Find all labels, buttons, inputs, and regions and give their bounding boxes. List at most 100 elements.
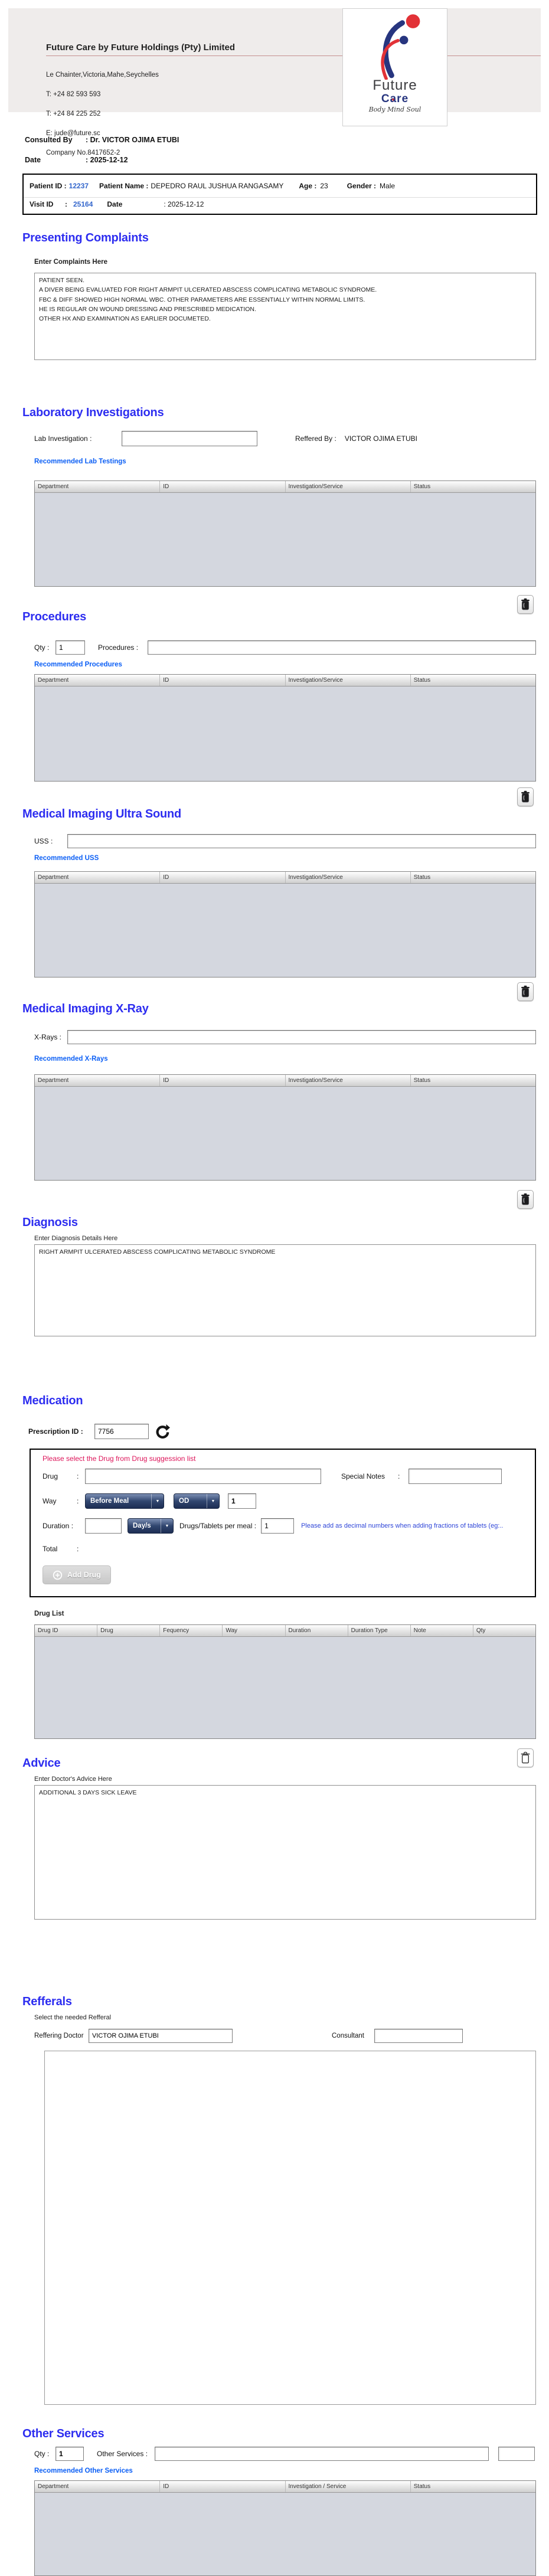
- procedures-qty-input[interactable]: [55, 640, 85, 655]
- other-qty-input[interactable]: [55, 2447, 84, 2461]
- refresh-prescription-button[interactable]: [153, 1423, 171, 1440]
- drug-row: Drug : Special Notes :: [43, 1469, 528, 1484]
- procedures-heading: Procedures: [22, 610, 87, 623]
- lab-investigation-input[interactable]: [122, 431, 257, 446]
- uss-input-row: USS :: [34, 833, 536, 849]
- col-status: Status: [413, 677, 431, 684]
- way-selected-value: Before Meal: [90, 1498, 129, 1505]
- diagnosis-textarea[interactable]: [34, 1244, 536, 1336]
- diagnosis-heading: Diagnosis: [22, 1216, 78, 1229]
- col-department: Department: [35, 481, 161, 492]
- consult-date-row: Date : 2025-12-12: [25, 156, 128, 164]
- visit-date-label: Date: [107, 200, 123, 208]
- frequency-qty-input[interactable]: [228, 1493, 256, 1509]
- other-table-body: [35, 2493, 535, 2575]
- drug-label: Drug: [43, 1472, 58, 1480]
- refresh-icon: [156, 1424, 170, 1439]
- uss-delete-button[interactable]: [517, 982, 534, 1001]
- duration-type-select[interactable]: Day/s ▼: [128, 1518, 174, 1534]
- consultant-input[interactable]: [374, 2029, 463, 2043]
- recommended-uss-label: Recommended USS: [34, 855, 99, 862]
- col-note: Note: [411, 1625, 473, 1636]
- company-logo: Future Ca ♥ re Body Mind Soul: [342, 8, 447, 126]
- other-services-input[interactable]: [155, 2447, 489, 2461]
- drug-list-label: Drug List: [34, 1610, 64, 1617]
- lab-input-label: Lab Investigation :: [34, 434, 92, 443]
- visit-id-colon: :: [65, 200, 67, 208]
- uss-table-header: Department ID Investigation/Service Stat…: [35, 872, 535, 884]
- recommended-other-label: Recommended Other Services: [34, 2467, 133, 2474]
- drug-input[interactable]: [85, 1469, 321, 1484]
- trash-icon: [521, 985, 530, 998]
- xray-delete-button[interactable]: [517, 1190, 534, 1209]
- duration-input[interactable]: [85, 1518, 122, 1534]
- logo-wordmark-future: Future: [372, 77, 417, 93]
- lab-table-body: [35, 493, 535, 586]
- col-investigation: Investigation/Service: [286, 872, 411, 883]
- referral-inputs-row: Reffering Doctor Consultant: [34, 2028, 463, 2044]
- advice-textarea[interactable]: [34, 1785, 536, 1920]
- uss-input[interactable]: [67, 834, 536, 848]
- total-label: Total: [43, 1545, 58, 1553]
- trash-icon: [521, 598, 530, 610]
- complaints-textarea[interactable]: [34, 273, 536, 360]
- col-status: Status: [413, 483, 431, 490]
- col-id: ID: [160, 1075, 286, 1086]
- complaints-sub-label: Enter Complaints Here: [34, 259, 107, 266]
- recommended-xray-label: Recommended X-Rays: [34, 1055, 108, 1063]
- col-drug-id: Drug ID: [35, 1625, 98, 1636]
- consulted-by-value: : Dr. VICTOR OJIMA ETUBI: [86, 136, 179, 144]
- frequency-selected-value: OD: [179, 1498, 189, 1505]
- company-title: Future Care by Future Holdings (Pty) Lim…: [46, 43, 236, 53]
- col-department: Department: [35, 675, 161, 686]
- presenting-complaints-heading: Presenting Complaints: [22, 231, 149, 244]
- xray-table-header: Department ID Investigation/Service Stat…: [35, 1075, 535, 1087]
- age-label: Age :: [299, 182, 317, 190]
- xray-input-label: X-Rays :: [34, 1033, 62, 1041]
- col-status: Status: [413, 874, 431, 881]
- col-status: Status: [413, 2483, 431, 2490]
- per-meal-input[interactable]: [261, 1518, 295, 1534]
- uss-table: Department ID Investigation/Service Stat…: [34, 871, 536, 978]
- procedures-table-header: Department ID Investigation/Service Stat…: [35, 675, 535, 687]
- referring-doctor-input[interactable]: [89, 2029, 233, 2043]
- special-notes-label: Special Notes: [341, 1472, 385, 1480]
- special-notes-input[interactable]: [409, 1469, 502, 1484]
- drug-list-body: [35, 1637, 535, 1738]
- frequency-select[interactable]: OD ▼: [174, 1493, 220, 1509]
- col-id: ID: [160, 872, 286, 883]
- xray-input[interactable]: [67, 1030, 536, 1044]
- lab-delete-button[interactable]: [517, 595, 534, 614]
- other-table-header: Department ID Investigation / Service St…: [35, 2481, 535, 2493]
- col-id: ID: [160, 2481, 286, 2492]
- address-line: T: +24 82 593 593: [46, 90, 101, 98]
- fraction-hint: Please add as decimal numbers when addin…: [301, 1522, 504, 1529]
- procedures-delete-button[interactable]: [517, 787, 534, 806]
- drug-suggestion-note: Please select the Drug from Drug suggess…: [43, 1454, 196, 1463]
- referral-list-box[interactable]: [44, 2051, 536, 2405]
- other-services-side-input[interactable]: [498, 2447, 535, 2461]
- add-drug-button[interactable]: Add Drug: [43, 1565, 111, 1584]
- procedures-input[interactable]: [148, 640, 536, 655]
- way-select[interactable]: Before Meal ▼: [85, 1493, 164, 1509]
- special-notes-colon: :: [398, 1472, 400, 1480]
- col-qty: Qty: [476, 1627, 486, 1634]
- other-services-label: Other Services :: [97, 2450, 148, 2458]
- drug-list-delete-button[interactable]: [517, 1748, 534, 1767]
- plus-circle-icon: [53, 1570, 63, 1580]
- referrals-sub-label: Select the needed Refferal: [34, 2014, 112, 2021]
- patient-name-value: DEPEDRO RAUL JUSHUA RANGASAMY: [151, 182, 284, 190]
- trash-icon: [521, 1193, 530, 1205]
- advice-heading: Advice: [22, 1757, 61, 1770]
- visit-id-label: Visit ID: [30, 200, 54, 208]
- referrals-heading: Refferals: [22, 1995, 72, 2008]
- referred-by-label: Reffered By :: [295, 434, 336, 443]
- prescription-id-input[interactable]: [94, 1424, 149, 1439]
- uss-table-body: [35, 884, 535, 977]
- logo-swoosh-icon: [381, 14, 420, 80]
- lab-input-row: Lab Investigation : Reffered By : VICTOR…: [34, 431, 417, 446]
- duration-row: Duration : Day/s ▼ Drugs/Tablets per mea…: [43, 1518, 529, 1534]
- col-investigation: Investigation/Service: [286, 481, 411, 492]
- drug-list-header: Drug ID Drug Fequency Way Duration Durat…: [35, 1625, 535, 1637]
- consulted-by-row: Consulted By : Dr. VICTOR OJIMA ETUBI: [25, 136, 179, 144]
